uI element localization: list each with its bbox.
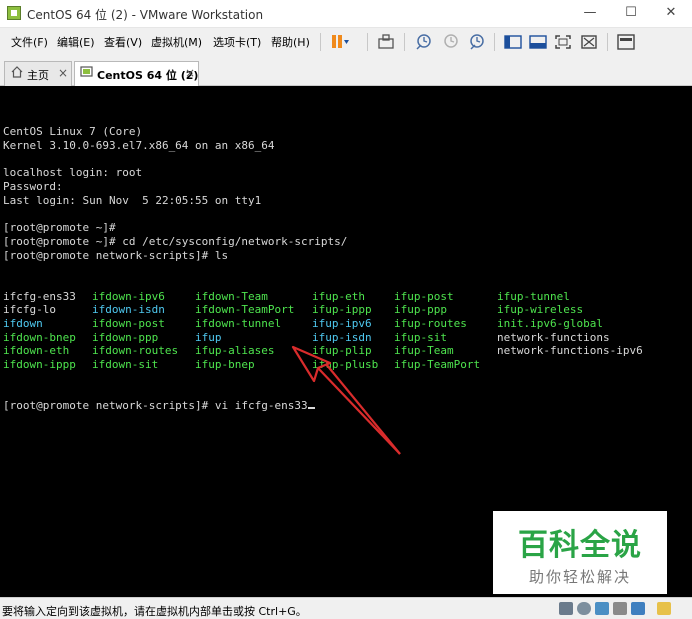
snapshot-manager-icon[interactable] [467, 32, 487, 52]
menu-file[interactable]: 文件(F) [11, 34, 48, 50]
console-view-icon[interactable] [528, 32, 548, 52]
menu-bar: 文件(F) 编辑(E) 查看(V) 虚拟机(M) 选项卡(T) 帮助(H) [0, 28, 692, 56]
printer-icon[interactable] [613, 602, 627, 615]
tab-home-label: 主页 [27, 69, 49, 82]
pause-icon[interactable] [329, 32, 349, 52]
title-bar: CentOS 64 位 (2) - VMware Workstation — ☐… [0, 0, 692, 28]
cd-dvd-icon[interactable] [577, 602, 591, 615]
tab-centos-label: CentOS 64 位 (2) [97, 69, 199, 82]
toolbar-separator [320, 33, 321, 51]
close-window-button[interactable]: ✕ [661, 4, 681, 22]
tab-centos[interactable]: CentOS 64 位 (2) × [74, 61, 199, 87]
watermark-logo: 百科全说 助你轻松解决 [493, 511, 667, 594]
snapshot-icon[interactable] [414, 32, 434, 52]
tab-bar: 主页 × CentOS 64 位 (2) × [0, 56, 692, 87]
menu-tabs[interactable]: 选项卡(T) [213, 34, 261, 50]
preferences-view-icon[interactable] [616, 32, 636, 52]
minimize-button[interactable]: — [580, 4, 600, 22]
menu-help[interactable]: 帮助(H) [271, 34, 310, 50]
message-icon[interactable] [657, 602, 671, 615]
watermark-title: 百科全说 [518, 528, 642, 563]
vm-icon [80, 65, 94, 82]
watermark-subtitle: 助你轻松解决 [528, 568, 631, 586]
menu-view[interactable]: 查看(V) [104, 34, 142, 50]
toolbar-separator [494, 33, 495, 51]
revert-snapshot-icon[interactable] [441, 32, 461, 52]
sound-icon[interactable] [631, 602, 645, 615]
maximize-button[interactable]: ☐ [621, 4, 641, 22]
tab-centos-close-icon[interactable]: × [185, 66, 195, 80]
toolbar-separator [404, 33, 405, 51]
toolbar-separator [607, 33, 608, 51]
tab-home-close-icon[interactable]: × [58, 66, 68, 80]
vm-console[interactable]: CentOS Linux 7 (Core) Kernel 3.10.0-693.e… [0, 86, 692, 597]
vmware-app-icon [7, 6, 21, 20]
menu-vm[interactable]: 虚拟机(M) [151, 34, 202, 50]
window-title: CentOS 64 位 (2) - VMware Workstation [27, 8, 264, 22]
status-hint-text: 要将输入定向到该虚拟机，请在虚拟机内部单击或按 Ctrl+G。 [2, 605, 307, 618]
hard-disk-icon[interactable] [559, 602, 573, 615]
status-bar: 要将输入定向到该虚拟机，请在虚拟机内部单击或按 Ctrl+G。 [0, 597, 692, 619]
unity-icon[interactable] [579, 32, 599, 52]
sidebar-view-icon[interactable] [503, 32, 523, 52]
home-icon [10, 65, 24, 82]
tab-home[interactable]: 主页 × [4, 61, 72, 86]
send-keys-icon[interactable] [376, 32, 396, 52]
fullscreen-icon[interactable] [553, 32, 573, 52]
menu-edit[interactable]: 编辑(E) [57, 34, 95, 50]
toolbar-separator [367, 33, 368, 51]
network-adapter-icon[interactable] [595, 602, 609, 615]
